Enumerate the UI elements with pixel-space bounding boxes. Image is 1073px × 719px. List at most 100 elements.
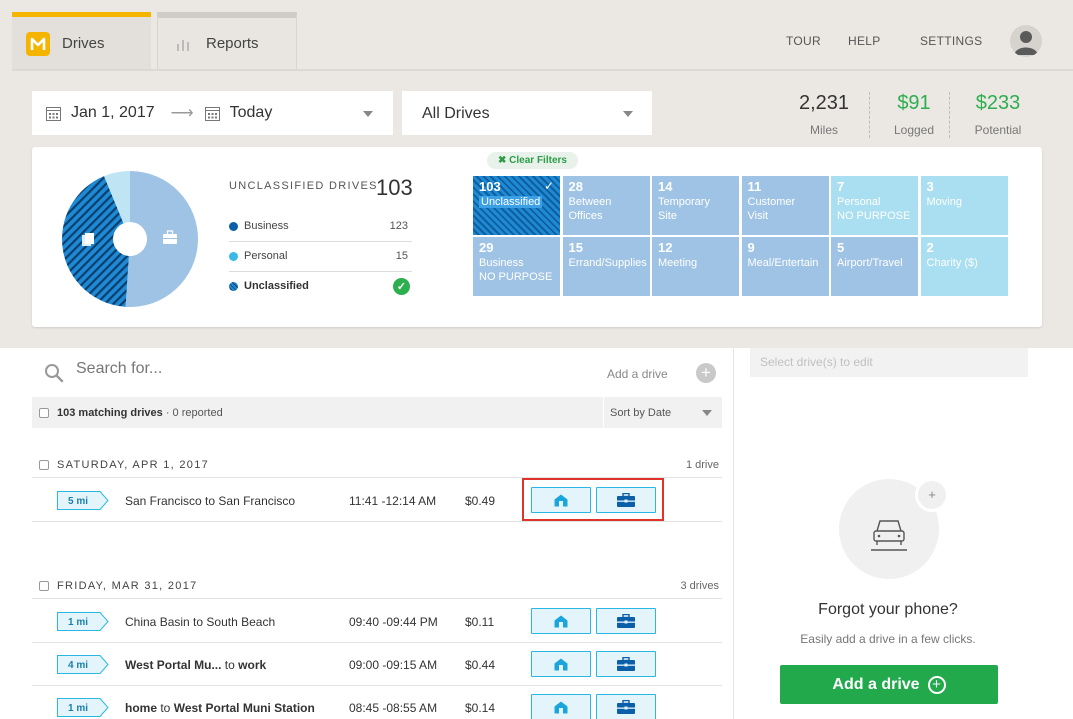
legend-unclassified[interactable]: Unclassified ✓ [229, 271, 412, 301]
tile-count: 15 [568, 240, 583, 255]
chevron-down-icon [702, 410, 712, 416]
route-from: home [125, 701, 158, 715]
bar-chart-icon [177, 39, 189, 51]
mileage-badge: 4 mi [57, 655, 109, 674]
classify-personal-button[interactable] [531, 608, 591, 634]
mileage-badge: 1 mi [57, 698, 109, 717]
add-drive-link[interactable]: Add a drive [607, 367, 668, 381]
classify-personal-button[interactable] [531, 651, 591, 677]
legend-business[interactable]: Business 123 [229, 211, 412, 241]
tile-label: Unclassified [479, 196, 543, 208]
checkmark-icon: ✓ [543, 179, 554, 193]
route-from: San Francisco [125, 494, 202, 508]
add-drive-button-label: Add a drive [832, 675, 920, 693]
classification-pie-chart [61, 171, 198, 307]
tile-count: 28 [568, 179, 583, 194]
category-tile[interactable]: 9 Meal/Entertain [741, 237, 829, 296]
category-tile[interactable]: 29 Business NO PURPOSE [473, 237, 560, 296]
home-icon [554, 658, 568, 671]
drive-cost: $0.14 [465, 701, 496, 715]
day-checkbox[interactable] [39, 581, 49, 591]
add-drive-plus-icon[interactable]: + [696, 363, 716, 383]
drive-route: China Basin to South Beach [125, 615, 276, 629]
add-drive-button[interactable]: Add a drive + [780, 665, 998, 704]
stat-divider [869, 92, 870, 138]
category-tile[interactable]: 5 Airport/Travel [831, 237, 918, 296]
route-from: West Portal Mu... [125, 658, 222, 672]
edit-selection-field[interactable]: Select drive(s) to edit [750, 348, 1028, 377]
drive-cost: $0.49 [465, 494, 496, 508]
stat-divider [949, 92, 950, 138]
drive-cost: $0.11 [465, 615, 495, 629]
legend-personal[interactable]: Personal 15 [229, 241, 412, 271]
avatar[interactable] [1010, 25, 1042, 57]
unclassified-title: UNCLASSIFIED DRIVES [229, 180, 378, 192]
day-checkbox[interactable] [39, 460, 49, 470]
drive-row[interactable]: 1 mi China Basin to South Beach 09:40 -0… [32, 600, 722, 643]
category-tile[interactable]: 28 Between Offices [562, 176, 650, 235]
date-range-picker[interactable]: Jan 1, 2017 ⟶ Today [32, 91, 393, 135]
stat-miles-value: 2,231 [798, 92, 850, 114]
drive-filter-value: All Drives [422, 105, 490, 122]
tile-label: Moving [926, 196, 962, 208]
select-all-checkbox[interactable] [39, 408, 49, 418]
tab-reports[interactable]: Reports [157, 12, 297, 70]
tab-drives[interactable]: Drives [12, 12, 151, 70]
drive-filter-select[interactable]: All Drives [402, 91, 652, 135]
drive-row[interactable]: 1 mi home to West Portal Muni Station 08… [32, 686, 722, 719]
calendar-icon [46, 106, 61, 121]
tile-label: Airport/Travel [837, 257, 903, 269]
tile-count: 14 [658, 179, 673, 194]
route-to: work [238, 658, 267, 672]
category-tile[interactable]: 14 Temporary Site [652, 176, 739, 235]
drive-route: West Portal Mu... to work [125, 658, 267, 672]
unclassified-count: 103 [376, 175, 413, 200]
classify-business-button[interactable] [596, 608, 656, 634]
category-tile[interactable]: 12 Meeting [652, 237, 739, 296]
nav-help[interactable]: HELP [848, 34, 881, 48]
stat-potential-label: Potential [974, 123, 1022, 137]
end-date[interactable]: Today [230, 104, 273, 122]
summary-card: UNCLASSIFIED DRIVES 103 Business 123 Per… [32, 147, 1042, 327]
mileage-badge: 5 mi [57, 491, 109, 510]
category-tile[interactable]: 103 Unclassified ✓ [473, 176, 560, 235]
category-tile[interactable]: 2 Charity ($) [920, 237, 1008, 296]
category-tile[interactable]: 15 Errand/Supplies [562, 237, 650, 296]
top-area: Drives Reports TOUR HELP SETTINGS Jan 1,… [0, 0, 1073, 348]
category-tile[interactable]: 3 Moving [920, 176, 1008, 235]
reported-count: · 0 reported [162, 407, 223, 419]
sort-select[interactable]: Sort by Date [603, 397, 722, 428]
nav-tour[interactable]: TOUR [786, 34, 821, 48]
legend-personal-count: 15 [395, 250, 408, 262]
classify-business-button[interactable] [596, 694, 656, 719]
mileage-value: 5 mi [68, 496, 88, 507]
drive-cost: $0.44 [465, 658, 496, 672]
drive-row[interactable]: 4 mi West Portal Mu... to work 09:00 -09… [32, 643, 722, 686]
forgot-phone-subtitle: Easily add a drive in a few clicks. [800, 632, 976, 646]
chevron-down-icon [363, 111, 373, 117]
tile-count: 9 [747, 240, 755, 255]
tile-count: 5 [837, 240, 845, 255]
category-tile[interactable]: 7 Personal NO PURPOSE [831, 176, 918, 235]
stat-miles: 2,231 Miles [788, 92, 860, 137]
briefcase-icon [617, 657, 635, 671]
tile-label: Business [479, 257, 524, 269]
classify-business-button[interactable] [596, 651, 656, 677]
matching-count: 103 matching drives [57, 407, 163, 419]
clear-filters-button[interactable]: ✖ Clear Filters [487, 152, 578, 169]
nav-settings[interactable]: SETTINGS [920, 34, 982, 48]
search-input[interactable] [76, 360, 476, 378]
drive-route: home to West Portal Muni Station [125, 701, 315, 715]
tile-sublabel: NO PURPOSE [837, 210, 911, 222]
start-date[interactable]: Jan 1, 2017 [71, 104, 155, 122]
tile-count: 3 [926, 179, 934, 194]
category-tile[interactable]: 11 Customer Visit [741, 176, 829, 235]
check-icon: ✓ [393, 277, 410, 295]
chevron-down-icon [623, 111, 633, 117]
plus-circle-icon: + [927, 675, 946, 694]
tile-sublabel: Visit [747, 210, 769, 222]
classify-personal-button[interactable] [531, 694, 591, 719]
tile-label: Meeting [658, 257, 698, 269]
mileage-value: 1 mi [68, 703, 88, 714]
day-header: SATURDAY, APR 1, 2017 1 drive [32, 452, 722, 478]
